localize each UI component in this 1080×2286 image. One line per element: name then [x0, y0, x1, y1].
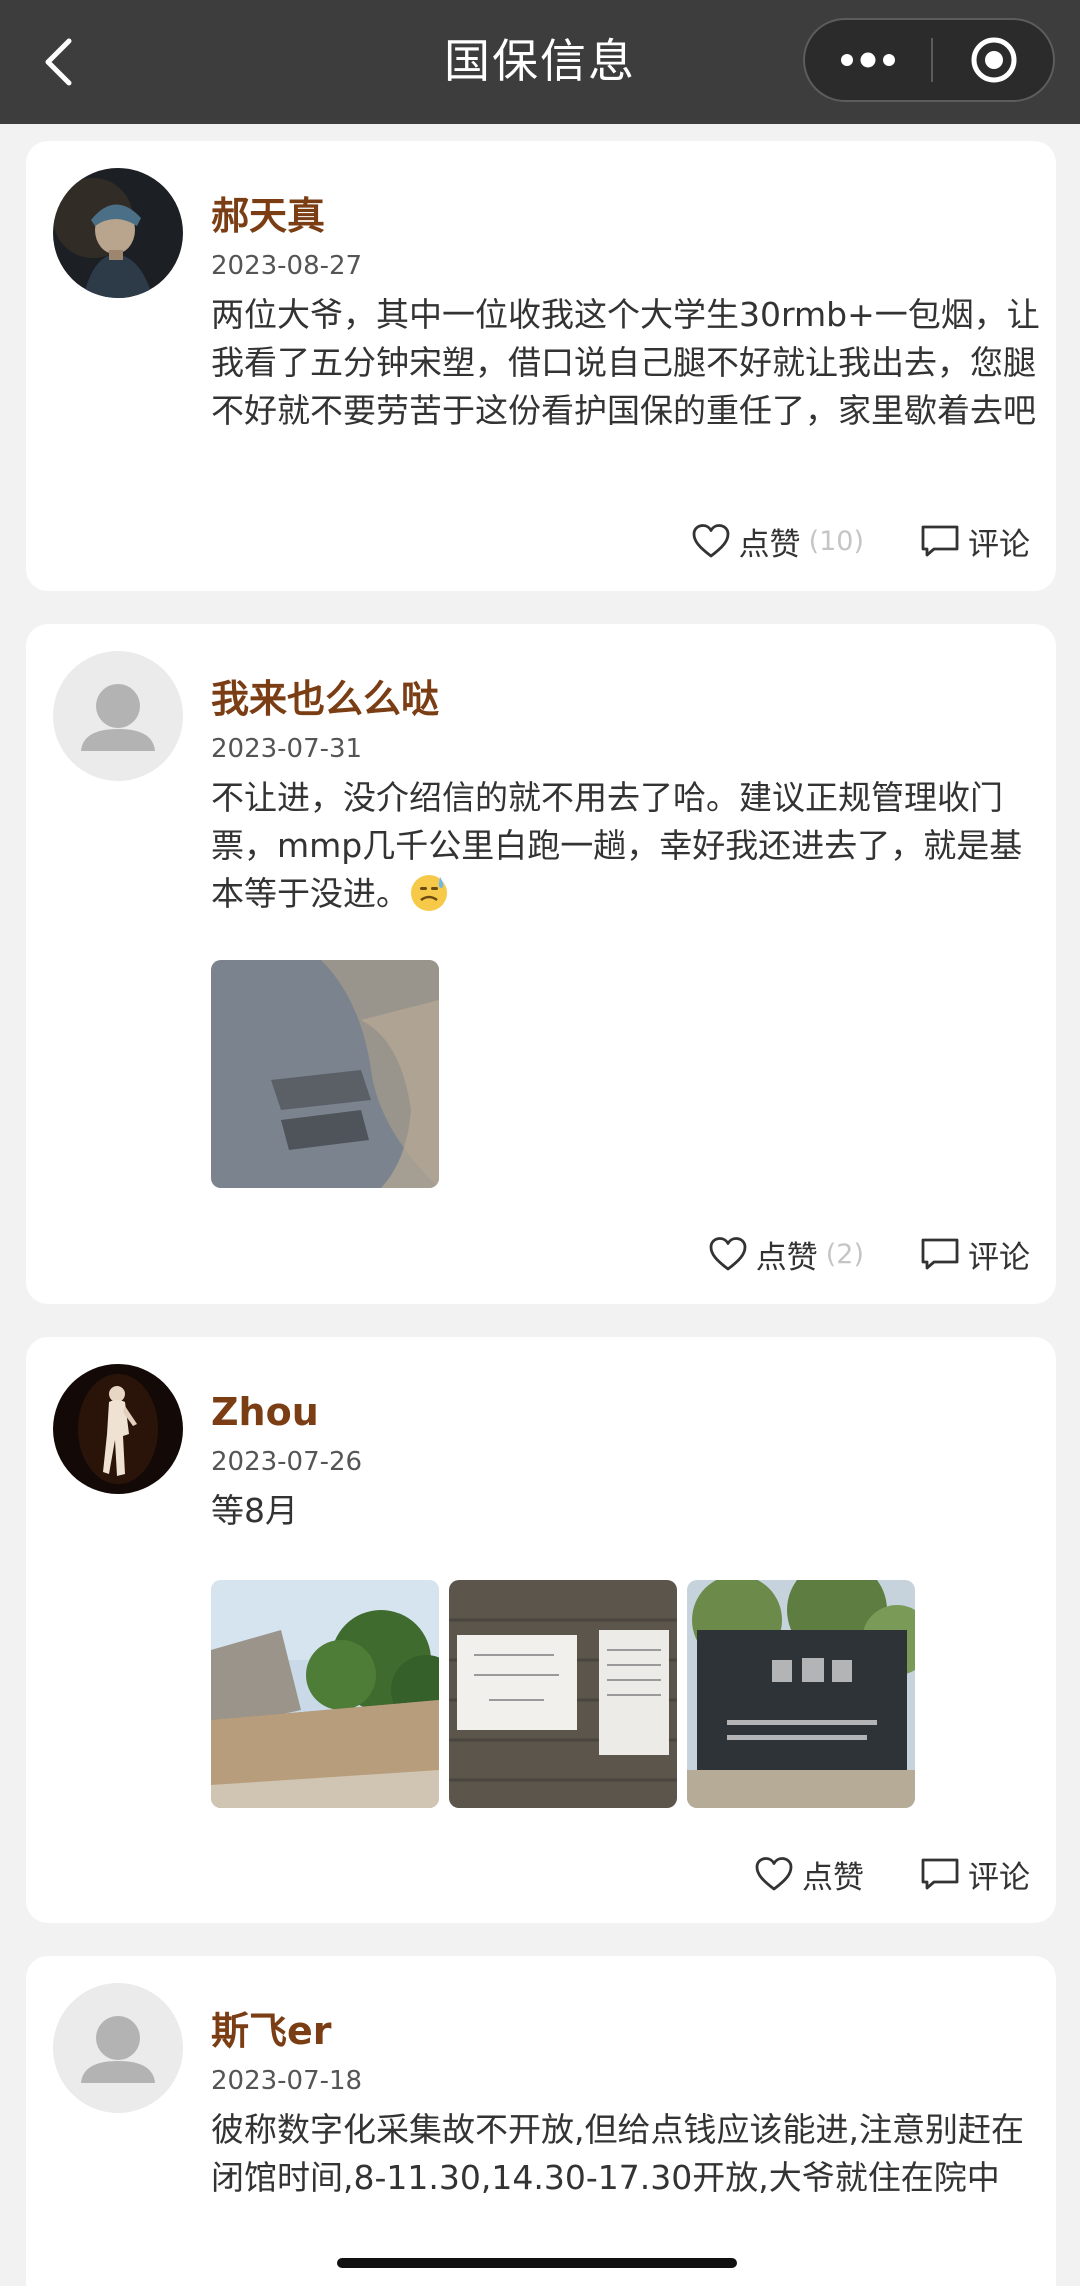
- close-button[interactable]: [933, 20, 1055, 100]
- comment-label: 评论: [968, 526, 1030, 563]
- avatar[interactable]: [53, 651, 183, 781]
- avatar[interactable]: [53, 1983, 183, 2113]
- post-image[interactable]: [211, 960, 439, 1188]
- post-card: Zhou 2023-07-26 等8月 点赞 评论: [26, 1337, 1056, 1923]
- post-content-text: 不让进，没介绍信的就不用去了哈。建议正规管理收门票，mmp几千公里白跑一趟，幸好…: [211, 778, 1023, 913]
- nav-bar: 国保信息: [0, 0, 1080, 124]
- post-date: 2023-07-31: [211, 734, 363, 764]
- post-content: 彼称数字化采集故不开放,但给点钱应该能进,注意别赶在闭馆时间,8-11.30,1…: [211, 2110, 1024, 2197]
- emoji: [409, 873, 449, 913]
- post-card: 郝天真 2023-08-27 两位大爷，其中一位收我这个大学生30rmb+一包烟…: [26, 141, 1056, 591]
- sweat-emoji-icon: [411, 875, 447, 911]
- more-button[interactable]: [805, 20, 931, 100]
- post-content: 两位大爷，其中一位收我这个大学生30rmb+一包烟，让我看了五分钟宋塑，借口说自…: [211, 295, 1040, 430]
- post-image[interactable]: [211, 1580, 439, 1808]
- like-label: 点赞: [738, 526, 801, 563]
- comment-label: 评论: [968, 1239, 1030, 1276]
- avatar[interactable]: [53, 168, 183, 298]
- username[interactable]: Zhou: [211, 1387, 319, 1437]
- comment-icon: [921, 1858, 959, 1890]
- default-user-icon: [81, 684, 155, 751]
- target-circle-icon: [971, 37, 1017, 83]
- comment-button[interactable]: 评论: [920, 1232, 1030, 1277]
- home-indicator[interactable]: [337, 2258, 737, 2268]
- comment-icon: [921, 1238, 959, 1270]
- sculpture-photo-icon: [211, 960, 439, 1188]
- like-button[interactable]: 点赞 (2): [708, 1232, 864, 1277]
- post-date: 2023-07-18: [211, 2066, 363, 2096]
- post-date: 2023-08-27: [211, 251, 363, 281]
- like-button[interactable]: 点赞: [754, 1852, 864, 1897]
- default-user-icon: [81, 2016, 155, 2083]
- like-count: (10): [808, 525, 864, 557]
- avatar[interactable]: [53, 1364, 183, 1494]
- post-actions: 点赞 评论: [754, 1849, 1030, 1899]
- post-image[interactable]: [687, 1580, 915, 1808]
- post-image[interactable]: [449, 1580, 677, 1808]
- post-card: 斯飞er 2023-07-18 彼称数字化采集故不开放,但给点钱应该能进,注意别…: [26, 1956, 1056, 2286]
- like-label: 点赞: [755, 1239, 818, 1276]
- statue-photo-icon: [53, 1364, 183, 1494]
- post-card: 我来也么么哒 2023-07-31 不让进，没介绍信的就不用去了哈。建议正规管理…: [26, 624, 1056, 1304]
- image-gallery: [211, 960, 439, 1188]
- heart-icon: [692, 524, 729, 558]
- stone-tablet-photo-icon: [687, 1580, 915, 1808]
- like-count: (2): [825, 1238, 864, 1270]
- heart-icon: [709, 1237, 747, 1271]
- comment-button[interactable]: 评论: [920, 1852, 1030, 1897]
- mini-program-capsule: [803, 18, 1055, 102]
- username[interactable]: 郝天真: [211, 191, 325, 241]
- notice-wall-photo-icon: [449, 1580, 677, 1808]
- post-actions: 点赞 (10) 评论: [691, 516, 1030, 566]
- like-label: 点赞: [802, 1859, 864, 1896]
- comment-label: 评论: [968, 1859, 1030, 1896]
- comment-icon: [921, 525, 959, 557]
- comment-button[interactable]: 评论: [920, 519, 1030, 564]
- username[interactable]: 斯飞er: [211, 2006, 332, 2056]
- more-dots-icon: [841, 52, 895, 68]
- avatar-photo-icon: [53, 168, 183, 298]
- post-actions: 点赞 (2) 评论: [708, 1229, 1030, 1279]
- post-content: 不让进，没介绍信的就不用去了哈。建议正规管理收门票，mmp几千公里白跑一趟，幸好…: [211, 774, 1041, 918]
- temple-wall-photo-icon: [211, 1580, 439, 1808]
- heart-icon: [755, 1857, 793, 1891]
- post-content: 等8月: [211, 1491, 298, 1530]
- post-date: 2023-07-26: [211, 1447, 363, 1477]
- image-gallery: [211, 1580, 915, 1808]
- username[interactable]: 我来也么么哒: [211, 674, 439, 724]
- like-button[interactable]: 点赞 (10): [691, 519, 864, 564]
